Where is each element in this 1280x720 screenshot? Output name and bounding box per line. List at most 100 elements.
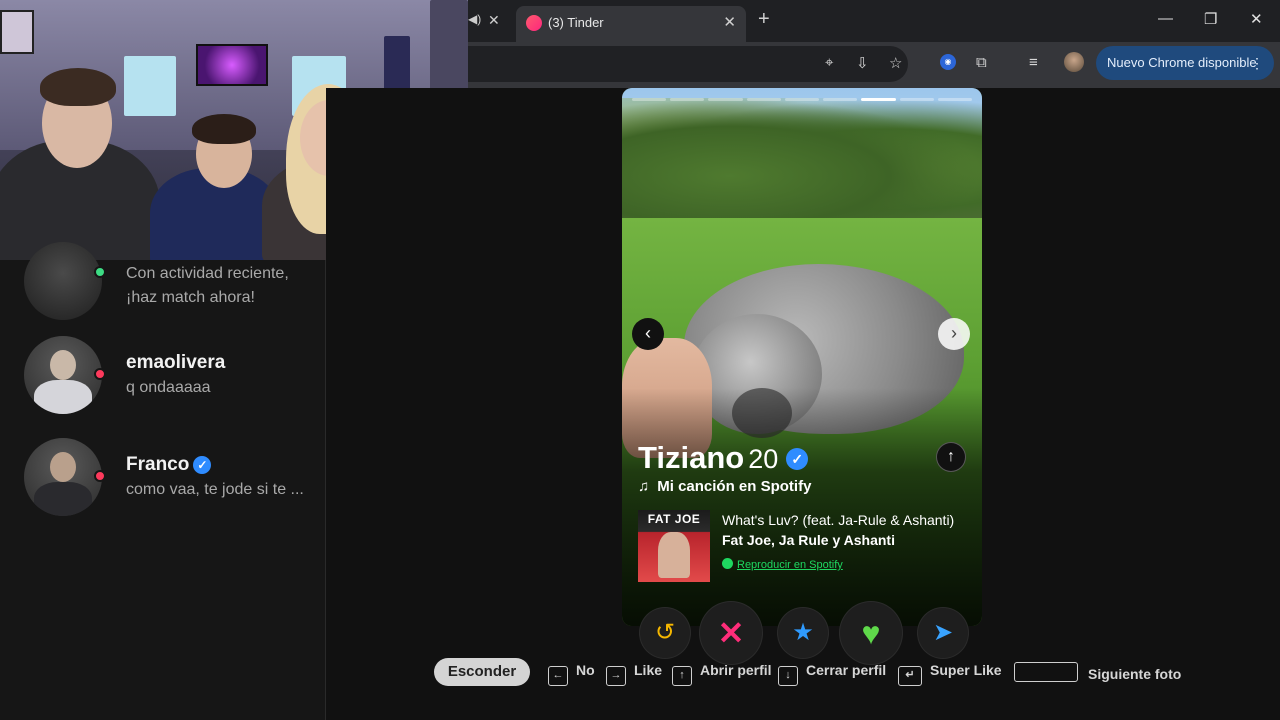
shortcut-label: Cerrar perfil <box>806 662 887 678</box>
list-item[interactable]: emaolivera q ondaaaaa <box>0 336 326 436</box>
like-button[interactable]: ♥ <box>840 602 902 664</box>
tinder-flame-icon <box>526 15 542 31</box>
address-bar[interactable] <box>468 46 908 82</box>
music-note-icon: ♫ <box>638 478 650 495</box>
photo-progress-segment[interactable] <box>746 98 781 101</box>
update-label: Nuevo Chrome disponible <box>1107 55 1257 70</box>
new-tab-button[interactable]: + <box>758 8 770 31</box>
down-arrow-key-icon: ↓ <box>778 666 798 686</box>
album-cover: FAT JOE <box>638 510 710 582</box>
song-title: What's Luv? (feat. Ja-Rule & Ashanti) <box>722 512 955 528</box>
match-message-line1: Con actividad reciente, <box>126 265 289 282</box>
photo-progress-segment[interactable] <box>899 98 934 101</box>
match-name: Franco ✓ <box>126 454 212 476</box>
keyboard-shortcuts-bar: Esconder ← No → Like ↑ Abrir perfil ↓ Cerrar… <box>434 658 1274 688</box>
verified-badge-icon: ✓ <box>193 456 212 474</box>
restore-icon[interactable]: ❐ <box>1204 10 1217 28</box>
profile-name: Tiziano 20 ✓ <box>638 440 809 476</box>
match-name-text: Franco <box>126 454 190 475</box>
photo-progress-bar <box>632 98 972 102</box>
photo-progress-segment[interactable] <box>937 98 972 101</box>
wall-frame <box>0 10 34 54</box>
matches-sidebar: Con actividad reciente, ¡haz match ahora… <box>0 242 326 720</box>
super-like-button[interactable]: ★ <box>778 608 828 658</box>
streamer-middle-hair <box>192 114 256 144</box>
shortcut-label: Abrir perfil <box>700 662 772 678</box>
photo-progress-segment[interactable] <box>708 98 743 101</box>
webcam-shelf-left <box>124 56 176 116</box>
profile-card[interactable]: ‹ › ↑ Tiziano 20 ✓ ♫ Mi canción en Spotify … <box>622 88 982 626</box>
match-message-line2: ¡haz match ahora! <box>126 289 255 306</box>
photo-progress-segment[interactable] <box>823 98 858 101</box>
open-profile-icon[interactable]: ↑ <box>936 442 966 472</box>
avatar <box>24 438 102 516</box>
enter-key-icon: ↵ <box>898 666 922 686</box>
boost-button[interactable]: ➤ <box>918 608 968 658</box>
close-tab-icon[interactable]: ✕ <box>723 13 736 31</box>
photo-progress-segment[interactable] <box>784 98 820 101</box>
tab-strip: ◀) ✕ (3) Tinder ✕ + — ❐ ✕ <box>468 0 1280 42</box>
rewind-button[interactable]: ↺ <box>640 608 690 658</box>
photo-progress-segment[interactable] <box>861 98 896 101</box>
profile-name-text: Tiziano <box>638 440 745 475</box>
paper-plane-icon: ➤ <box>932 619 954 646</box>
match-name: emaolivera <box>126 352 226 373</box>
play-on-spotify-link[interactable]: Reproducir en Spotify <box>722 558 843 571</box>
webcam-tv <box>196 44 268 86</box>
nope-button[interactable]: ✕ <box>700 602 762 664</box>
photo-progress-segment[interactable] <box>632 98 667 101</box>
bookmark-star-icon[interactable]: ☆ <box>889 54 902 72</box>
more-menu-icon[interactable]: ⋮ <box>1250 46 1264 80</box>
avatar-face <box>50 452 76 482</box>
minimize-icon[interactable]: — <box>1158 10 1173 27</box>
media-control-icon[interactable]: ≡ <box>1029 54 1038 71</box>
spotify-heading: ♫ Mi canción en Spotify <box>638 478 811 495</box>
heart-icon: ♥ <box>861 615 881 651</box>
previous-photo-button[interactable]: ‹ <box>632 318 664 350</box>
spotify-icon <box>722 558 733 569</box>
avatar-body <box>34 482 92 516</box>
shortcut-close-profile: ↓ Cerrar perfil <box>778 662 886 686</box>
match-message: q ondaaaaa <box>126 379 211 396</box>
new-message-dot <box>94 470 106 482</box>
star-icon: ★ <box>792 619 814 646</box>
tab-title: (3) Tinder <box>548 15 604 30</box>
photo-trees <box>622 98 982 228</box>
profile-avatar[interactable] <box>1064 52 1084 72</box>
main-content: ‹ › ↑ Tiziano 20 ✓ ♫ Mi canción en Spotify … <box>326 88 1280 720</box>
avatar-face <box>50 350 76 380</box>
verified-badge-icon: ✓ <box>786 448 809 470</box>
avatar <box>24 336 102 414</box>
right-arrow-key-icon: → <box>606 666 626 686</box>
next-photo-button[interactable]: › <box>938 318 970 350</box>
location-icon[interactable]: ⌖ <box>825 54 833 71</box>
photo-progress-segment[interactable] <box>670 98 705 101</box>
close-window-icon[interactable]: ✕ <box>1250 10 1263 28</box>
list-item[interactable]: Con actividad reciente, ¡haz match ahora… <box>0 242 326 342</box>
browser-toolbar: ⌖ ⇩ ☆ ◉ ⧉ ≡ Nuevo Chrome disponible ⋮ <box>468 42 1280 88</box>
match-message: como vaa, te jode si te ... <box>126 481 304 498</box>
extensions-puzzle-icon[interactable]: ⧉ <box>976 54 987 71</box>
speaker-icon: ◀) <box>468 12 482 26</box>
list-item[interactable]: Franco ✓ como vaa, te jode si te ... <box>0 438 326 538</box>
spotify-heading-text: Mi canción en Spotify <box>657 478 812 495</box>
screen: ◀) ✕ (3) Tinder ✕ + — ❐ ✕ ⌖ ⇩ ☆ ◉ ⧉ ≡ Nu… <box>0 0 1280 720</box>
avatar-body <box>34 380 92 414</box>
shortcut-next-photo: Siguiente foto <box>1014 662 1181 682</box>
rewind-icon: ↺ <box>654 619 676 646</box>
extension-icon[interactable]: ◉ <box>940 54 956 70</box>
close-tab-icon[interactable]: ✕ <box>488 12 500 29</box>
online-status-dot <box>94 266 106 278</box>
avatar <box>24 242 102 320</box>
previous-tab[interactable]: ◀) ✕ <box>468 8 512 36</box>
hide-shortcuts-button[interactable]: Esconder <box>434 658 530 686</box>
profile-age: 20 <box>748 444 779 474</box>
chrome-update-button[interactable]: Nuevo Chrome disponible ⋮ <box>1096 46 1274 80</box>
install-app-icon[interactable]: ⇩ <box>856 54 869 72</box>
shortcut-label: Super Like <box>930 662 1002 678</box>
close-x-icon: ✕ <box>717 615 745 651</box>
action-bar: ↺ ✕ ★ ♥ ➤ <box>636 596 976 664</box>
album-title: FAT JOE <box>647 512 701 526</box>
shortcut-label: No <box>576 662 595 678</box>
tab-tinder[interactable]: (3) Tinder ✕ <box>516 6 746 42</box>
